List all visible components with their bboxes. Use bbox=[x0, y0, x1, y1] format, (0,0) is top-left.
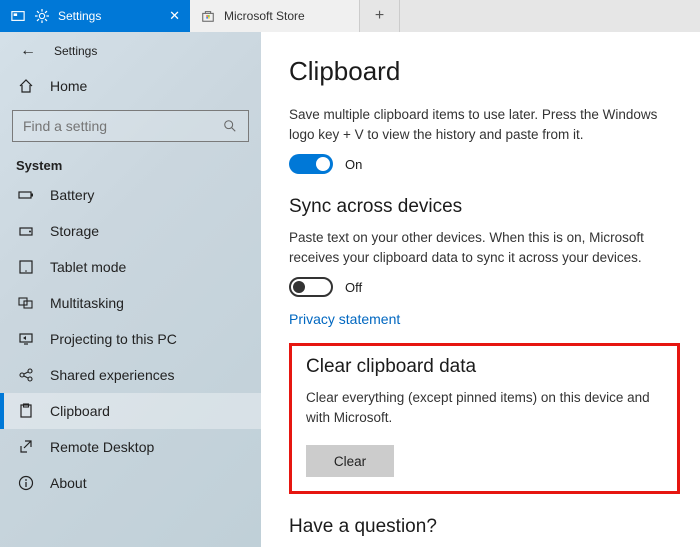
clear-heading: Clear clipboard data bbox=[306, 356, 663, 378]
sidebar: ← Settings Home System Battery bbox=[0, 32, 261, 547]
settings-window: Settings ✕ Microsoft Store + ← Settings … bbox=[0, 0, 700, 547]
sidebar-item-remote[interactable]: Remote Desktop bbox=[0, 429, 261, 465]
sidebar-item-label: Clipboard bbox=[50, 403, 110, 419]
clear-description: Clear everything (except pinned items) o… bbox=[306, 388, 663, 427]
clear-button[interactable]: Clear bbox=[306, 445, 394, 477]
sidebar-item-projecting[interactable]: Projecting to this PC bbox=[0, 321, 261, 357]
privacy-link[interactable]: Privacy statement bbox=[289, 311, 400, 327]
sidebar-item-label: Multitasking bbox=[50, 295, 124, 311]
question-heading: Have a question? bbox=[289, 516, 680, 538]
search-input[interactable] bbox=[12, 110, 249, 142]
clipboard-icon bbox=[18, 403, 34, 419]
clear-section-highlight: Clear clipboard data Clear everything (e… bbox=[289, 343, 680, 494]
history-description: Save multiple clipboard items to use lat… bbox=[289, 105, 659, 144]
sidebar-group: System bbox=[0, 152, 261, 177]
sync-toggle-label: Off bbox=[345, 280, 362, 295]
store-icon bbox=[200, 8, 216, 24]
sidebar-title: Settings bbox=[54, 44, 97, 58]
search-field[interactable] bbox=[23, 118, 222, 134]
sync-description: Paste text on your other devices. When t… bbox=[289, 228, 659, 267]
info-icon bbox=[18, 475, 34, 491]
sidebar-item-tablet[interactable]: Tablet mode bbox=[0, 249, 261, 285]
back-icon[interactable]: ← bbox=[20, 42, 36, 60]
tab-label: Microsoft Store bbox=[224, 9, 305, 23]
titlebar: Settings ✕ Microsoft Store + bbox=[0, 0, 700, 32]
history-toggle-label: On bbox=[345, 157, 362, 172]
content-pane: Clipboard Save multiple clipboard items … bbox=[261, 32, 700, 547]
sidebar-item-battery[interactable]: Battery bbox=[0, 177, 261, 213]
page-title: Clipboard bbox=[289, 56, 680, 87]
search-icon bbox=[222, 118, 238, 134]
tab-label: Settings bbox=[58, 9, 101, 23]
battery-icon bbox=[18, 187, 34, 203]
shared-icon bbox=[18, 367, 34, 383]
tab-store[interactable]: Microsoft Store bbox=[190, 0, 360, 32]
history-toggle[interactable] bbox=[289, 154, 333, 174]
tab-settings[interactable]: Settings ✕ bbox=[0, 0, 190, 32]
multitasking-icon bbox=[18, 295, 34, 311]
tablet-icon bbox=[18, 259, 34, 275]
sync-toggle[interactable] bbox=[289, 277, 333, 297]
storage-icon bbox=[18, 223, 34, 239]
sidebar-item-label: Storage bbox=[50, 223, 99, 239]
taskview-icon bbox=[10, 8, 26, 24]
sidebar-item-label: Battery bbox=[50, 187, 94, 203]
home-label: Home bbox=[50, 78, 87, 94]
sidebar-item-label: Tablet mode bbox=[50, 259, 126, 275]
sidebar-item-label: Projecting to this PC bbox=[50, 331, 177, 347]
close-icon[interactable]: ✕ bbox=[169, 8, 180, 24]
sidebar-item-label: Remote Desktop bbox=[50, 439, 154, 455]
sidebar-item-storage[interactable]: Storage bbox=[0, 213, 261, 249]
sidebar-item-about[interactable]: About bbox=[0, 465, 261, 501]
sidebar-item-label: Shared experiences bbox=[50, 367, 175, 383]
sidebar-item-clipboard[interactable]: Clipboard bbox=[0, 393, 261, 429]
sidebar-home[interactable]: Home bbox=[0, 68, 261, 104]
gear-icon bbox=[34, 8, 50, 24]
new-tab-button[interactable]: + bbox=[360, 0, 400, 32]
sync-heading: Sync across devices bbox=[289, 196, 680, 218]
sidebar-item-multitasking[interactable]: Multitasking bbox=[0, 285, 261, 321]
projecting-icon bbox=[18, 331, 34, 347]
home-icon bbox=[18, 78, 34, 94]
remote-icon bbox=[18, 439, 34, 455]
sidebar-item-label: About bbox=[50, 475, 87, 491]
sidebar-item-shared[interactable]: Shared experiences bbox=[0, 357, 261, 393]
